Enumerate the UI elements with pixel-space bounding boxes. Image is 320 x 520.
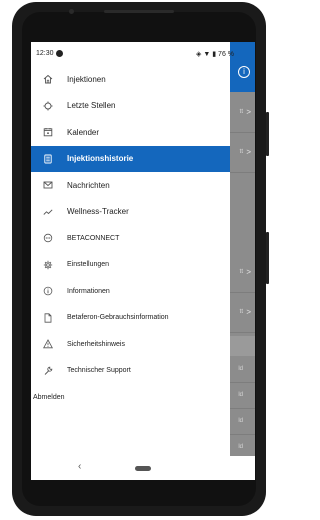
wrench-icon [35,366,61,376]
app-notification-icon [56,50,63,57]
menu-item-technischer-support[interactable]: Technischer Support [31,358,230,385]
android-nav-bar: ‹ [31,456,255,480]
menu-item-letzte-stellen[interactable]: Letzte Stellen [31,93,230,120]
menu-item-label: Wellness-Tracker [67,207,129,217]
info-icon[interactable]: i [238,66,250,78]
trend-icon [35,207,61,217]
navigation-drawer: 12:30 Injektionen Letzte Stellen Kalende… [31,42,230,456]
menu-item-label: Injektionen [67,74,106,84]
volume-button [266,232,269,284]
calendar-icon [35,127,61,137]
menu-item-betaconnect[interactable]: BETACONNECT [31,225,230,252]
menu-item-sicherheitshinweis[interactable]: Sicherheitshinweis [31,331,230,358]
menu-item-wellness-tracker[interactable]: Wellness-Tracker [31,199,230,226]
menu-item-label: Technischer Support [67,367,131,375]
menu-item-label: Informationen [67,287,110,295]
power-button [266,112,269,156]
menu-item-label: Sicherheitshinweis [67,340,125,348]
menu-item-label: Betaferon-Gebrauchsinformation [67,314,169,322]
menu-item-injektionen[interactable]: Injektionen [31,66,230,93]
warning-icon [35,339,61,349]
status-icons: ◈ ▼ ▮ 76 % [196,50,255,58]
screen: i tt> tt> tt> tt> ld ld ld ld ld 12:30 [31,42,255,480]
menu-item-label: Injektionshistorie [67,154,134,164]
battery-icon: ▮ [212,51,217,58]
camera [69,9,74,14]
home-icon [35,74,61,84]
speaker [104,10,174,13]
wifi-icon: ▼ [203,51,211,58]
menu-item-label: Abmelden [33,393,65,401]
menu-item-betaferon-gebrauchsinformation[interactable]: Betaferon-Gebrauchsinformation [31,305,230,332]
menu-item-einstellungen[interactable]: Einstellungen [31,252,230,279]
history-icon [35,154,61,164]
gear-icon [35,260,61,270]
menu-item-label: Nachrichten [67,180,110,190]
home-pill-icon[interactable] [135,466,151,471]
menu-item-injektionshistorie[interactable]: Injektionshistorie [31,145,230,172]
menu-item-nachrichten[interactable]: Nachrichten [31,172,230,199]
menu-item-abmelden[interactable]: Abmelden [31,384,230,411]
crosshair-icon [35,101,61,111]
status-time: 12:30 [36,50,54,57]
menu-item-informationen[interactable]: Informationen [31,278,230,305]
signal-icon: ◈ [196,51,202,58]
back-icon[interactable]: ‹ [78,461,81,472]
battery-level: 76 % [218,51,235,58]
info-icon [35,286,61,296]
menu-item-label: Kalender [67,127,100,137]
mail-icon [35,180,61,190]
menu-item-label: Letzte Stellen [67,101,116,111]
connect-icon [35,233,61,243]
document-icon [35,313,61,323]
menu-item-label: BETACONNECT [67,234,120,242]
menu-item-kalender[interactable]: Kalender [31,119,230,146]
drawer-menu: Injektionen Letzte Stellen Kalender Inje… [31,66,230,411]
menu-item-label: Einstellungen [67,261,110,269]
